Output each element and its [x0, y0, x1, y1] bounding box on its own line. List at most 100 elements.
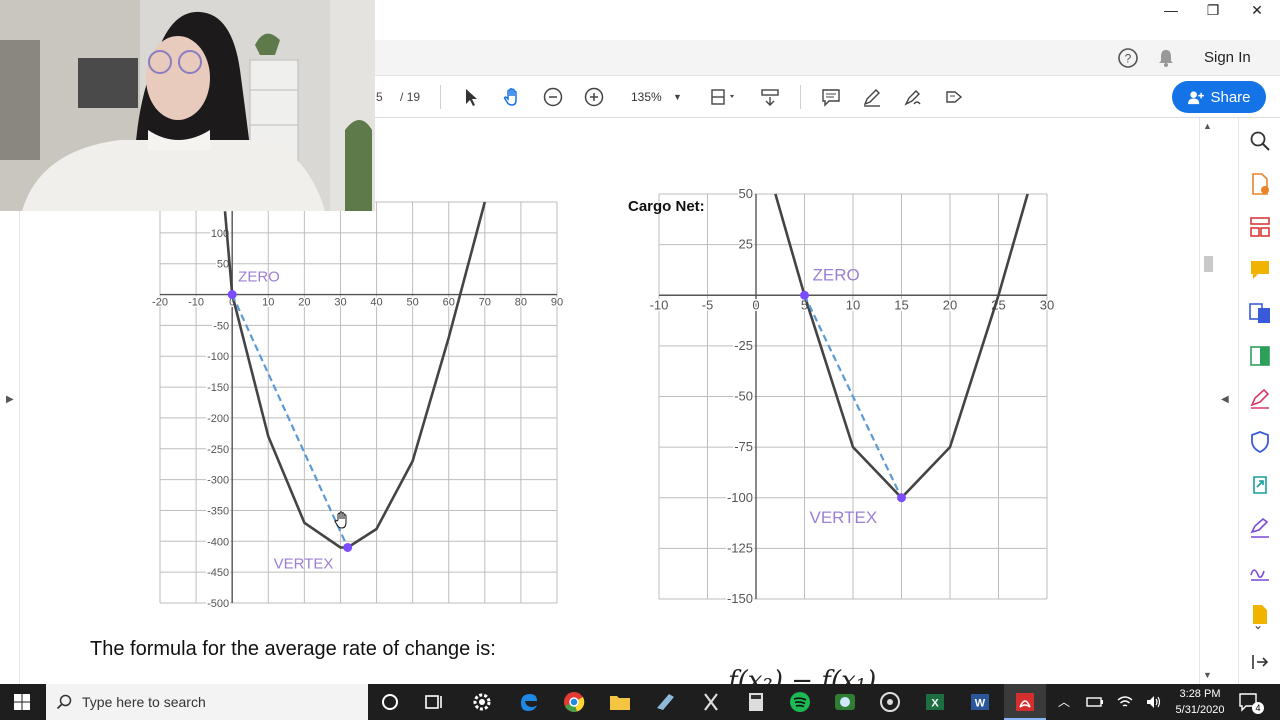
- svg-text:?: ?: [1125, 52, 1132, 66]
- y-tick-label: -350: [207, 505, 229, 517]
- draw-button[interactable]: [901, 76, 925, 118]
- page-navigator[interactable]: 5 / 19: [376, 76, 420, 118]
- settings-gear-icon[interactable]: [470, 690, 494, 714]
- vertical-scrollbar[interactable]: ▲ ▼: [1199, 118, 1216, 684]
- x-tick-label: -20: [152, 297, 168, 309]
- chevron-down-icon[interactable]: ⌄: [1253, 618, 1263, 632]
- minimize-button[interactable]: —: [1148, 0, 1194, 20]
- task-view-icon[interactable]: [422, 690, 446, 714]
- x-tick-label: 10: [262, 297, 274, 309]
- zoom-value: 135%: [631, 90, 662, 104]
- vertex-point: [897, 493, 906, 503]
- zero-label: ZERO: [813, 265, 860, 284]
- windows-start-icon[interactable]: [14, 694, 30, 710]
- hand-icon: [503, 88, 517, 106]
- zoom-select[interactable]: 135% ▼: [624, 85, 688, 109]
- y-tick-label: -50: [213, 320, 229, 332]
- x-tick-label: -10: [650, 297, 669, 312]
- snipping-tool-icon[interactable]: [699, 690, 723, 714]
- zoom-in-button[interactable]: [582, 76, 606, 118]
- bell-icon[interactable]: [1157, 48, 1175, 68]
- share-button[interactable]: Share: [1172, 81, 1266, 113]
- x-tick-label: 30: [1040, 297, 1054, 312]
- webcam-video: [0, 0, 375, 211]
- fit-page-button[interactable]: [706, 76, 740, 118]
- volume-icon[interactable]: [1145, 694, 1163, 710]
- protect-icon[interactable]: [1248, 430, 1272, 454]
- zoom-out-button[interactable]: [541, 76, 565, 118]
- word-icon[interactable]: W: [968, 690, 992, 714]
- file-explorer-icon[interactable]: [608, 690, 632, 714]
- edge-browser-icon[interactable]: [517, 690, 541, 714]
- obs-icon[interactable]: [878, 690, 902, 714]
- scroll-thumb[interactable]: [1204, 256, 1213, 272]
- comment-button[interactable]: [819, 76, 843, 118]
- calculator-icon[interactable]: [744, 690, 768, 714]
- acrobat-icon: [1016, 693, 1034, 711]
- y-tick-label: -125: [727, 540, 753, 555]
- edit-text-icon[interactable]: [1248, 559, 1272, 583]
- y-tick-label: -300: [207, 475, 229, 487]
- sign-in-link[interactable]: Sign In: [1204, 49, 1251, 66]
- comment-tool-icon[interactable]: [1248, 258, 1272, 282]
- select-tool-button[interactable]: [460, 76, 482, 118]
- y-tick-label: 50: [217, 259, 229, 271]
- y-tick-label: 25: [739, 237, 753, 252]
- tray-chevron-icon[interactable]: ︿: [1058, 693, 1070, 710]
- search-placeholder: Type here to search: [82, 694, 206, 710]
- export-pdf-icon[interactable]: [1248, 172, 1272, 196]
- search-icon[interactable]: [1248, 129, 1272, 153]
- battery-icon[interactable]: [1086, 694, 1104, 710]
- fit-page-icon: [711, 89, 734, 105]
- cortana-icon[interactable]: [378, 690, 402, 714]
- y-tick-label: -200: [207, 413, 229, 425]
- x-tick-label: -10: [188, 297, 204, 309]
- organize-pages-icon[interactable]: [1248, 215, 1272, 239]
- chevron-down-icon: ▼: [673, 92, 682, 102]
- acrobat-window: — ❐ ✕ ? Sign In 5 / 19 135% ▼ Share -20 …: [0, 0, 1280, 720]
- x-tick-label: 40: [370, 297, 382, 309]
- x-tick-label: 60: [443, 297, 455, 309]
- collapse-panel-icon[interactable]: [1248, 650, 1272, 674]
- scroll-down-icon[interactable]: ▼: [1203, 670, 1212, 680]
- collapse-right-panel-icon[interactable]: ◀: [1221, 394, 1229, 405]
- y-tick-label: -150: [727, 591, 753, 606]
- page-current[interactable]: 5: [376, 90, 383, 104]
- y-tick-label: -400: [207, 536, 229, 548]
- excel-icon[interactable]: X: [923, 690, 947, 714]
- scroll-mode-icon: [761, 89, 779, 106]
- taskbar-acrobat-active[interactable]: [1004, 684, 1046, 720]
- fill-sign-icon[interactable]: [1248, 387, 1272, 411]
- scroll-mode-button[interactable]: [758, 76, 782, 118]
- taskbar-search[interactable]: Type here to search: [46, 684, 368, 720]
- svg-text:W: W: [975, 698, 986, 710]
- hand-tool-button[interactable]: [500, 76, 524, 118]
- help-icon[interactable]: ?: [1117, 47, 1139, 69]
- x-tick-label: 10: [846, 297, 860, 312]
- secant-line: [231, 294, 349, 548]
- chrome-icon[interactable]: [562, 690, 586, 714]
- signature-icon[interactable]: [1248, 516, 1272, 540]
- scroll-up-icon[interactable]: ▲: [1203, 121, 1212, 131]
- sign-button[interactable]: [942, 76, 966, 118]
- share-link-icon[interactable]: [1248, 473, 1272, 497]
- screen-sketch-icon[interactable]: [653, 690, 677, 714]
- y-tick-label: -25: [734, 338, 753, 353]
- spotify-icon[interactable]: [788, 690, 812, 714]
- expand-left-icon: ▶: [6, 394, 14, 405]
- search-icon: [56, 694, 72, 710]
- vertex-label: VERTEX: [810, 508, 878, 527]
- system-clock[interactable]: 3:28 PM 5/31/2020: [1172, 686, 1228, 718]
- draw-icon: [904, 90, 921, 106]
- edit-pdf-icon[interactable]: [1248, 344, 1272, 368]
- taskbar: Type here to search X W ︿ 3:28 PM 5/31/2…: [0, 684, 1280, 720]
- cargo-net-title: Cargo Net:: [628, 198, 705, 215]
- webcam-app-icon[interactable]: [833, 690, 857, 714]
- wifi-icon[interactable]: [1116, 694, 1134, 710]
- vertex-point: [343, 542, 353, 552]
- parabola-curve: [223, 201, 487, 549]
- combine-files-icon[interactable]: [1248, 301, 1272, 325]
- restore-button[interactable]: ❐: [1190, 0, 1236, 20]
- close-button[interactable]: ✕: [1234, 0, 1280, 20]
- highlight-button[interactable]: [860, 76, 884, 118]
